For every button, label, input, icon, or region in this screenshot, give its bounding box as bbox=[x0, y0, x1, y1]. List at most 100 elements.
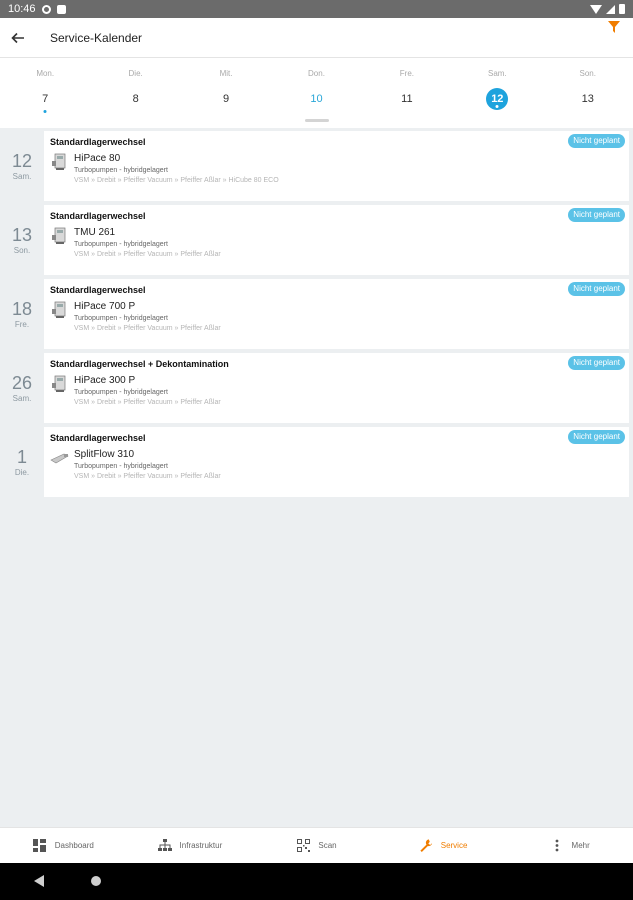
back-button[interactable] bbox=[0, 18, 38, 58]
nav-item-scan[interactable]: Scan bbox=[253, 828, 380, 863]
week-day-number-label: 12 bbox=[491, 93, 504, 105]
event-title: Standardlagerwechsel bbox=[50, 285, 146, 295]
device-category: Turbopumpen - hybridgelagert bbox=[74, 389, 168, 396]
event-date: 12 Sam. bbox=[0, 131, 44, 201]
event-date: 13 Son. bbox=[0, 205, 44, 275]
week-day-number: 10 bbox=[305, 88, 327, 110]
device-category: Turbopumpen - hybridgelagert bbox=[74, 315, 168, 322]
nav-item-label: Infrastruktur bbox=[179, 841, 223, 850]
week-day-number-label: 13 bbox=[581, 93, 594, 105]
status-badge: Nicht geplant bbox=[568, 282, 625, 296]
event-title: Standardlagerwechsel bbox=[50, 137, 146, 147]
week-day-number-label: 7 bbox=[42, 93, 49, 105]
event-date-weekday: Sam. bbox=[12, 393, 32, 403]
event-card[interactable]: Standardlagerwechsel Nicht geplant HiPace … bbox=[44, 279, 629, 349]
week-day[interactable]: Sam. 12 bbox=[452, 58, 542, 110]
event-date-number: 1 bbox=[16, 446, 27, 467]
week-day-name: Son. bbox=[579, 69, 596, 78]
event-row: 26 Sam. Standardlagerwechsel + Dekontamina… bbox=[0, 353, 633, 423]
status-time: 10:46 bbox=[8, 3, 36, 15]
event-row: 18 Fre. Standardlagerwechsel Nicht geplant H… bbox=[0, 279, 633, 349]
device-category: Turbopumpen - hybridgelagert bbox=[74, 463, 168, 470]
week-day-number: 9 bbox=[215, 88, 237, 110]
status-badge: Nicht geplant bbox=[568, 430, 625, 444]
pump-thumbnail-icon bbox=[50, 374, 70, 394]
nav-item-label: Dashboard bbox=[54, 841, 94, 850]
location-path: VSM » Drebit » Pfeiffer Vacuum » Pfeiffe… bbox=[74, 399, 221, 406]
status-bar: 10:46 bbox=[0, 0, 633, 18]
week-day-number: 11 bbox=[396, 88, 418, 110]
filter-button[interactable] bbox=[607, 20, 625, 38]
nav-item-label: Mehr bbox=[571, 841, 590, 850]
week-day[interactable]: Fre. 11 bbox=[362, 58, 452, 110]
event-title: Standardlagerwechsel bbox=[50, 211, 146, 221]
event-date-weekday: Die. bbox=[14, 467, 30, 477]
device-name: SplitFlow 310 bbox=[74, 449, 135, 460]
week-day-name: Fre. bbox=[399, 69, 415, 78]
app-bar: Service-Kalender bbox=[0, 18, 633, 58]
week-day-number-label: 8 bbox=[132, 93, 139, 105]
week-day-name: Die. bbox=[128, 69, 143, 78]
event-row: 13 Son. Standardlagerwechsel Nicht geplant T… bbox=[0, 205, 633, 275]
event-row: 1 Die. Standardlagerwechsel Nicht geplant Sp… bbox=[0, 427, 633, 497]
week-day[interactable]: Mit. 9 bbox=[181, 58, 271, 110]
event-title: Standardlagerwechsel + Dekontamination bbox=[50, 359, 229, 369]
week-day[interactable]: Son. 13 bbox=[543, 58, 633, 110]
arrow-left-icon bbox=[11, 32, 24, 43]
event-date-number: 26 bbox=[11, 372, 33, 393]
event-card[interactable]: Standardlagerwechsel + Dekontamination Ni… bbox=[44, 353, 629, 423]
system-home-button[interactable] bbox=[91, 876, 101, 886]
week-day-number-label: 11 bbox=[401, 93, 413, 105]
signal-icon bbox=[606, 4, 615, 14]
qr-scan-icon bbox=[296, 839, 310, 853]
bottom-nav: Dashboard Infrastruktur Scan Service Mehr bbox=[0, 827, 633, 863]
nav-item-infrastruktur[interactable]: Infrastruktur bbox=[127, 828, 254, 863]
wifi-icon bbox=[590, 4, 602, 14]
week-day-number-label: 10 bbox=[310, 93, 323, 105]
event-dot-indicator bbox=[43, 110, 47, 113]
week-day-number-label: 9 bbox=[222, 93, 230, 105]
event-date-number: 18 bbox=[11, 298, 33, 319]
device-name: HiPace 700 P bbox=[74, 301, 136, 312]
nav-item-label: Scan bbox=[318, 841, 337, 850]
status-badge: Nicht geplant bbox=[568, 208, 625, 222]
pump-thumbnail-icon bbox=[50, 152, 70, 172]
location-path: VSM » Drebit » Pfeiffer Vacuum » Pfeiffe… bbox=[74, 325, 221, 332]
event-date-weekday: Son. bbox=[13, 245, 31, 255]
event-title: Standardlagerwechsel bbox=[50, 433, 146, 443]
week-strip: Mon. 7 Die. 8 Mit. 9 Don. 10 Fre. 11 Sam. 12 Son. 13 bbox=[0, 58, 633, 128]
battery-icon bbox=[619, 4, 625, 14]
device-name: TMU 261 bbox=[74, 227, 116, 238]
nav-item-dashboard[interactable]: Dashboard bbox=[0, 828, 127, 863]
week-day[interactable]: Mon. 7 bbox=[0, 58, 90, 113]
nav-item-service[interactable]: Service bbox=[380, 828, 507, 863]
event-card[interactable]: Standardlagerwechsel Nicht geplant HiPace … bbox=[44, 131, 629, 201]
event-card[interactable]: Standardlagerwechsel Nicht geplant SplitFl… bbox=[44, 427, 629, 497]
device-name: HiPace 300 P bbox=[74, 375, 136, 386]
system-back-button[interactable] bbox=[34, 875, 44, 887]
pump-thumbnail-icon bbox=[50, 300, 70, 320]
device-category: Turbopumpen - hybridgelagert bbox=[74, 167, 168, 174]
hierarchy-icon bbox=[157, 839, 172, 853]
location-path: VSM » Drebit » Pfeiffer Vacuum » Pfeiffe… bbox=[74, 251, 221, 258]
event-dot-indicator bbox=[495, 105, 499, 108]
week-day[interactable]: Die. 8 bbox=[90, 58, 180, 110]
drag-handle[interactable] bbox=[305, 119, 329, 122]
week-day[interactable]: Don. 10 bbox=[271, 58, 361, 110]
event-date-weekday: Fre. bbox=[14, 319, 30, 329]
page-title: Service-Kalender bbox=[50, 30, 143, 45]
device-category: Turbopumpen - hybridgelagert bbox=[74, 241, 168, 248]
location-path: VSM » Drebit » Pfeiffer Vacuum » Pfeiffe… bbox=[74, 177, 279, 184]
week-day-name: Mit. bbox=[219, 69, 233, 78]
event-card[interactable]: Standardlagerwechsel Nicht geplant TMU 261… bbox=[44, 205, 629, 275]
week-day-number: 12 bbox=[486, 88, 509, 110]
event-date-weekday: Sam. bbox=[12, 171, 32, 181]
status-badge: Nicht geplant bbox=[568, 356, 625, 370]
device-name: HiPace 80 bbox=[74, 153, 121, 164]
nav-item-mehr[interactable]: Mehr bbox=[506, 828, 633, 863]
week-day-name: Don. bbox=[308, 69, 325, 78]
event-date-number: 12 bbox=[11, 150, 33, 171]
event-list: 12 Sam. Standardlagerwechsel Nicht geplant H… bbox=[0, 131, 633, 501]
pump-thumbnail-icon bbox=[50, 448, 70, 468]
settings-status-icon bbox=[41, 4, 51, 14]
